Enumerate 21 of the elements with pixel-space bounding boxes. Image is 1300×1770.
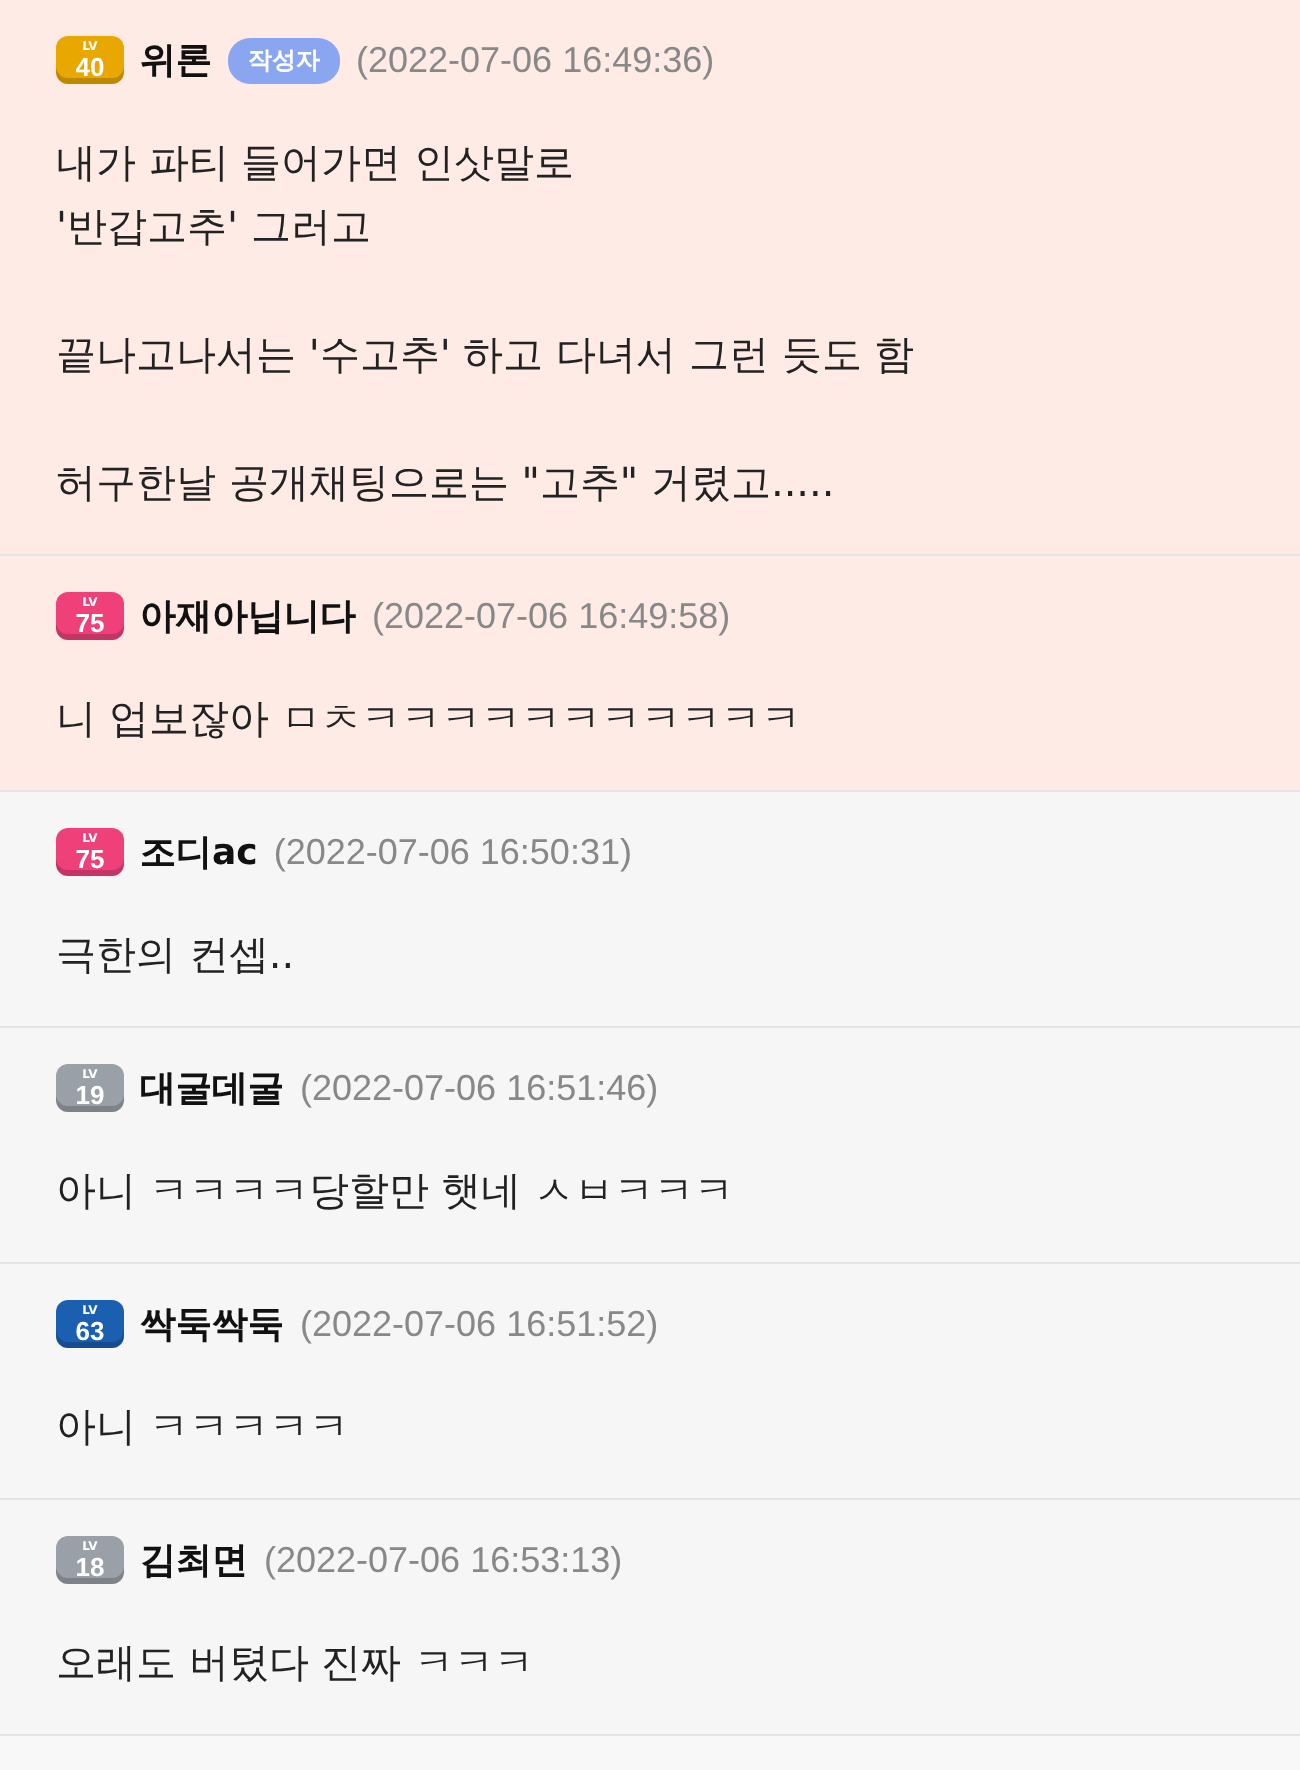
author-name: 싹둑싹둑 — [140, 1302, 284, 1348]
author-tag: 작성자 — [228, 37, 340, 83]
comment-time: (2022-07-06 16:50:31) — [273, 831, 632, 873]
author-name: 아재아닙니다 — [140, 594, 356, 640]
comment-text: 오래도 버텼다 진짜 ㅋㅋㅋ — [56, 1636, 537, 1690]
comment-time: (2022-07-06 16:49:58) — [372, 595, 731, 637]
author-name: 조디ac — [140, 830, 258, 876]
comment-text: 니 업보잖아 ㅁㅊㅋㅋㅋㅋㅋㅋㅋㅋㅋㅋㅋ — [56, 692, 804, 746]
comment-time: (2022-07-06 16:51:52) — [300, 1303, 659, 1345]
comment-text: 아니 ㅋㅋㅋㅋ당할만 햇네 ㅅㅂㅋㅋㅋ — [56, 1164, 737, 1218]
comment-text: 아니 ㅋㅋㅋㅋㅋ — [56, 1400, 351, 1454]
comment-text: 끝나고나서는 '수고추' 하고 다녀서 그런 듯도 함 — [56, 328, 917, 382]
comment-text: 내가 파티 들어가면 인삿말로 '반갑고추' 그러고 — [56, 136, 577, 254]
author-name: 김최면 — [140, 1538, 248, 1584]
comment-text: 허구한날 공개채팅으로는 "고추" 거렸고..... — [56, 456, 837, 510]
comment-time: (2022-07-06 16:51:46) — [300, 1067, 659, 1109]
comment-text: 극한의 컨셉.. — [56, 928, 297, 982]
author-name: 위론 — [140, 38, 212, 84]
comment-time: (2022-07-06 16:49:36) — [356, 39, 715, 81]
author-name: 대굴데굴 — [140, 1066, 284, 1112]
comment-time: (2022-07-06 16:53:13) — [264, 1539, 623, 1581]
